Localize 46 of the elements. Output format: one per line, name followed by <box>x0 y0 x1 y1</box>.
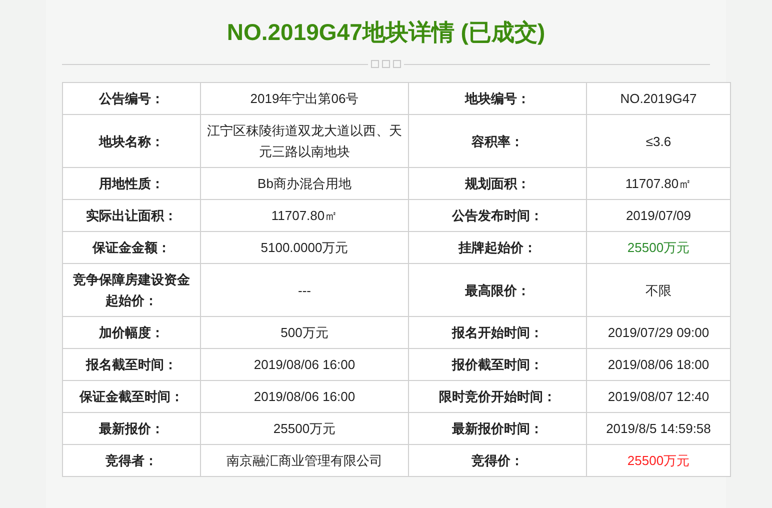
field-value: 5100.0000万元 <box>200 232 408 264</box>
field-value: 25500万元 <box>586 444 730 476</box>
field-label: 规划面积： <box>408 168 586 200</box>
field-label: 容积率： <box>408 114 586 168</box>
field-label: 实际出让面积： <box>62 200 200 232</box>
divider-ornament-icon <box>371 60 401 68</box>
field-value: 江宁区秣陵街道双龙大道以西、天元三路以南地块 <box>200 114 408 168</box>
field-label: 竞得价： <box>408 444 586 476</box>
field-label: 报名开始时间： <box>408 316 586 348</box>
field-label: 地块编号： <box>408 82 586 114</box>
field-value: NO.2019G47 <box>586 82 730 114</box>
field-value: 2019/08/06 16:00 <box>200 348 408 380</box>
field-value: 11707.80㎡ <box>200 200 408 232</box>
field-value: 2019/8/5 14:59:58 <box>586 412 730 444</box>
field-label: 报名截至时间： <box>62 348 200 380</box>
field-label: 加价幅度： <box>62 316 200 348</box>
field-value: 2019/08/07 12:40 <box>586 380 730 412</box>
field-value: 2019/08/06 16:00 <box>200 380 408 412</box>
field-label: 保证金金额： <box>62 232 200 264</box>
field-value: 2019/07/29 09:00 <box>586 316 730 348</box>
field-label: 报价截至时间： <box>408 348 586 380</box>
field-label: 竞争保障房建设资金起始价： <box>62 264 200 316</box>
field-label: 地块名称： <box>62 114 200 168</box>
field-label: 竞得者： <box>62 444 200 476</box>
page-title: NO.2019G47地块详情 (已成交) <box>226 18 546 47</box>
field-label: 用地性质： <box>62 168 200 200</box>
field-value: 25500万元 <box>200 412 408 444</box>
field-value: 2019/08/06 18:00 <box>586 348 730 380</box>
field-label: 公告发布时间： <box>408 200 586 232</box>
field-value: 南京融汇商业管理有限公司 <box>200 444 408 476</box>
field-value: ≤3.6 <box>586 114 730 168</box>
field-value: 500万元 <box>200 316 408 348</box>
field-value: 25500万元 <box>586 232 730 264</box>
field-value: --- <box>200 264 408 316</box>
field-label: 公告编号： <box>62 82 200 114</box>
field-value: 不限 <box>586 264 730 316</box>
field-label: 最新报价： <box>62 412 200 444</box>
field-value: 2019年宁出第06号 <box>200 82 408 114</box>
field-label: 限时竞价开始时间： <box>408 380 586 412</box>
field-value: 11707.80㎡ <box>586 168 730 200</box>
field-label: 最新报价时间： <box>408 412 586 444</box>
field-label: 最高限价： <box>408 264 586 316</box>
field-label: 保证金截至时间： <box>62 380 200 412</box>
field-label: 挂牌起始价： <box>408 232 586 264</box>
field-value: Bb商办混合用地 <box>200 168 408 200</box>
field-value: 2019/07/09 <box>586 200 730 232</box>
